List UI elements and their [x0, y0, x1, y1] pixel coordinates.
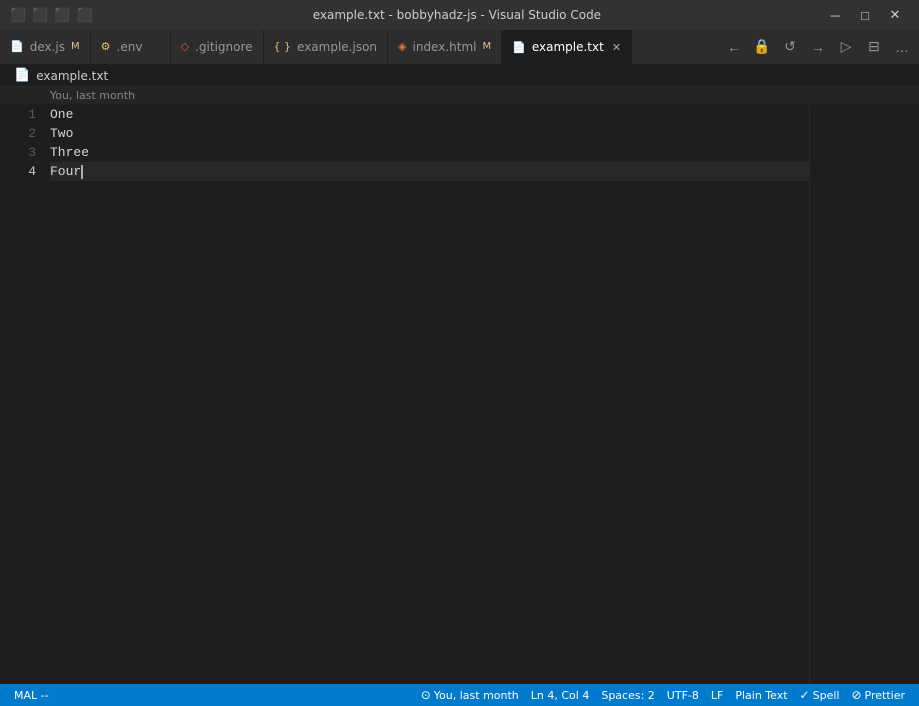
status-language-label: Plain Text [735, 689, 787, 702]
tab-modified-index-html: M [482, 41, 491, 52]
tab-refresh[interactable]: ↺ [777, 34, 803, 60]
tab-example-txt[interactable]: 📄 example.txt ✕ [502, 30, 632, 64]
status-prettier[interactable]: ⊘ Prettier [845, 684, 911, 706]
close-button[interactable]: ✕ [881, 1, 909, 29]
tab-icon-gitignore: ◇ [181, 40, 189, 53]
code-line-3: Three [50, 143, 809, 162]
maximize-button[interactable]: □ [851, 1, 879, 29]
git-info-bar: You, last month [0, 87, 919, 105]
tab-gitignore[interactable]: ◇ .gitignore [171, 30, 264, 64]
tab-play[interactable]: ▷ [833, 34, 859, 60]
status-spell-label: Spell [813, 689, 840, 702]
title-bar-icons: ⬛ ⬛ ⬛ ⬛ [10, 8, 93, 23]
tab-go-to-file[interactable]: 🔒 [749, 34, 775, 60]
text-cursor [81, 165, 83, 179]
tab-index-html[interactable]: ◈ index.html M [388, 30, 502, 64]
tab-label-gitignore: .gitignore [195, 40, 252, 54]
line-numbers: 1 2 3 4 [0, 105, 46, 702]
status-eol-label: LF [711, 689, 723, 702]
tab-history-back[interactable]: ← [721, 34, 747, 60]
tab-forward[interactable]: → [805, 34, 831, 60]
spell-check-icon: ✓ [800, 688, 810, 702]
tab-icon-example-txt: 📄 [512, 41, 526, 54]
tab-label-dex-js: dex.js [30, 40, 65, 54]
editor-container[interactable]: 1 2 3 4 One Two Three Four [0, 105, 919, 702]
tab-label-env: .env [117, 40, 143, 54]
status-position[interactable]: Ln 4, Col 4 [525, 684, 596, 706]
tab-label-index-html: index.html [413, 40, 477, 54]
tab-dex-js[interactable]: 📄 dex.js M [0, 30, 91, 64]
status-git-author-label: You, last month [434, 689, 519, 702]
tab-icon-example-json: { } [274, 40, 292, 53]
line-num-1: 1 [28, 105, 36, 124]
tab-icon-env: ⚙ [101, 40, 111, 53]
code-line-1: One [50, 105, 809, 124]
window-title: example.txt - bobbyhadz-js - Visual Stud… [93, 8, 821, 22]
tab-more[interactable]: … [889, 34, 915, 60]
code-line-4: Four [50, 162, 809, 181]
tab-modified-dex-js: M [71, 41, 80, 52]
customize-layout-icon[interactable]: ⬛ [77, 8, 93, 23]
tab-example-json[interactable]: { } example.json [264, 30, 389, 64]
status-bar: MAL -- ⊙ You, last month Ln 4, Col 4 Spa… [0, 684, 919, 706]
breadcrumb: 📄 example.txt [0, 65, 919, 87]
status-git-author[interactable]: ⊙ You, last month [415, 684, 525, 706]
line-num-2: 2 [28, 124, 36, 143]
code-line-2: Two [50, 124, 809, 143]
line-num-4: 4 [28, 162, 36, 181]
status-prettier-label: Prettier [865, 689, 905, 702]
tab-actions: ← 🔒 ↺ → ▷ ⊟ … [717, 30, 919, 64]
tab-label-example-json: example.json [297, 40, 377, 54]
prettier-icon: ⊘ [851, 688, 861, 702]
tab-icon-dex-js: 📄 [10, 40, 24, 53]
line-num-3: 3 [28, 143, 36, 162]
status-eol[interactable]: LF [705, 684, 729, 706]
breadcrumb-file-icon: 📄 [14, 68, 30, 83]
window-controls: ─ □ ✕ [821, 1, 909, 29]
status-spaces-label: Spaces: 2 [601, 689, 654, 702]
status-spaces[interactable]: Spaces: 2 [595, 684, 660, 706]
toggle-layout-icon[interactable]: ⬛ [54, 8, 70, 23]
tab-env[interactable]: ⚙ .env [91, 30, 171, 64]
minimap [809, 105, 919, 702]
minimize-button[interactable]: ─ [821, 1, 849, 29]
status-encoding[interactable]: UTF-8 [661, 684, 705, 706]
toggle-sidebar-icon[interactable]: ⬛ [10, 8, 26, 23]
toggle-panel-icon[interactable]: ⬛ [32, 8, 48, 23]
tab-label-example-txt: example.txt [532, 40, 604, 54]
code-area[interactable]: One Two Three Four [46, 105, 809, 702]
breadcrumb-filename[interactable]: example.txt [36, 69, 108, 83]
tab-close-example-txt[interactable]: ✕ [612, 41, 621, 54]
git-info-text: You, last month [50, 89, 135, 102]
status-source-control-label: MAL -- [14, 689, 49, 702]
status-position-label: Ln 4, Col 4 [531, 689, 590, 702]
title-bar: ⬛ ⬛ ⬛ ⬛ example.txt - bobbyhadz-js - Vis… [0, 0, 919, 30]
tab-bar: 📄 dex.js M ⚙ .env ◇ .gitignore { } examp… [0, 30, 919, 65]
status-language[interactable]: Plain Text [729, 684, 793, 706]
git-author-icon: ⊙ [421, 688, 431, 702]
status-spell[interactable]: ✓ Spell [794, 684, 846, 706]
status-encoding-label: UTF-8 [667, 689, 699, 702]
tab-icon-index-html: ◈ [398, 40, 406, 53]
tab-split[interactable]: ⊟ [861, 34, 887, 60]
status-source-control[interactable]: MAL -- [8, 684, 55, 706]
